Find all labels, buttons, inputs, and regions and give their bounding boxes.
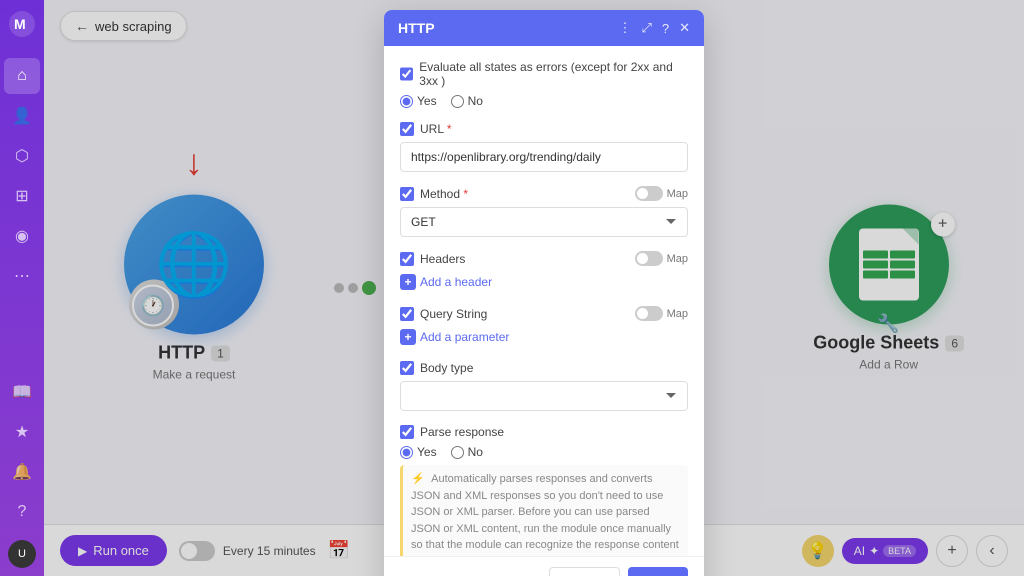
method-map-toggle[interactable]: Map bbox=[635, 186, 688, 201]
sidebar-item-apps[interactable]: ⊞ bbox=[4, 178, 40, 214]
evaluate-errors-no-text: No bbox=[468, 94, 483, 108]
headers-header: Headers Map bbox=[400, 251, 688, 266]
query-string-map-switch[interactable] bbox=[635, 306, 663, 321]
parse-response-header: Parse response bbox=[400, 425, 688, 439]
evaluate-errors-label: Evaluate all states as errors (except fo… bbox=[419, 60, 688, 88]
query-string-map-toggle[interactable]: Map bbox=[635, 306, 688, 321]
evaluate-errors-yes-text: Yes bbox=[417, 94, 437, 108]
url-checkbox[interactable] bbox=[400, 122, 414, 136]
parse-response-section: Parse response Yes No ⚡ bbox=[400, 425, 688, 556]
modal-help-icon[interactable]: ? bbox=[662, 21, 669, 36]
query-string-label: Query String bbox=[420, 307, 487, 321]
modal-body: Evaluate all states as errors (except fo… bbox=[384, 46, 704, 556]
sidebar-item-share[interactable]: ⬡ bbox=[4, 138, 40, 174]
main-canvas: ← web scraping ↓ 🌐 🕐 HTTP 1 Make a reque… bbox=[44, 0, 1024, 576]
save-button[interactable]: Save bbox=[628, 567, 688, 576]
info-icon: ⚡ bbox=[411, 473, 425, 485]
parse-response-checkbox[interactable] bbox=[400, 425, 414, 439]
modal-footer: Cancel Save bbox=[384, 556, 704, 576]
headers-map-switch[interactable] bbox=[635, 251, 663, 266]
add-header-label: Add a header bbox=[420, 275, 492, 289]
url-section: URL bbox=[400, 122, 688, 172]
sidebar-item-book[interactable]: 📖 bbox=[4, 374, 40, 410]
parse-response-no-text: No bbox=[468, 445, 483, 459]
add-parameter-button[interactable]: + Add a parameter bbox=[400, 327, 509, 347]
parse-response-info-text: Automatically parses responses and conve… bbox=[411, 473, 679, 556]
parse-response-radio-group: Yes No bbox=[400, 445, 688, 459]
parse-response-yes-label[interactable]: Yes bbox=[400, 445, 437, 459]
http-modal: HTTP ⋮ ⤢ ? ✕ Evaluate all states as erro… bbox=[384, 10, 704, 576]
evaluate-errors-radio-group: Yes No bbox=[400, 94, 688, 108]
body-type-checkbox[interactable] bbox=[400, 361, 414, 375]
body-type-header: Body type bbox=[400, 361, 688, 375]
parse-response-no-label[interactable]: No bbox=[451, 445, 483, 459]
query-string-checkbox[interactable] bbox=[400, 307, 414, 321]
body-type-label: Body type bbox=[420, 361, 473, 375]
modal-close-icon[interactable]: ✕ bbox=[679, 20, 690, 36]
sidebar-item-more[interactable]: ⋯ bbox=[4, 258, 40, 294]
app-logo: M bbox=[6, 8, 38, 40]
parse-response-info: ⚡ Automatically parses responses and con… bbox=[400, 465, 688, 556]
modal-title: HTTP bbox=[398, 20, 435, 36]
method-map-label: Map bbox=[667, 188, 688, 200]
method-map-switch[interactable] bbox=[635, 186, 663, 201]
method-select[interactable]: GET POST PUT DELETE PATCH bbox=[400, 207, 688, 237]
add-header-icon: + bbox=[400, 274, 416, 290]
evaluate-errors-yes-radio[interactable] bbox=[400, 95, 413, 108]
query-string-map-label: Map bbox=[667, 308, 688, 320]
evaluate-errors-checkbox[interactable] bbox=[400, 67, 413, 81]
add-parameter-label: Add a parameter bbox=[420, 330, 509, 344]
method-section: Method Map GET POST PUT DELETE PATCH bbox=[400, 186, 688, 237]
parse-response-label: Parse response bbox=[420, 425, 504, 439]
method-label: Method bbox=[420, 187, 468, 201]
sidebar-item-home[interactable]: ⌂ bbox=[4, 58, 40, 94]
sidebar-item-users[interactable]: 👤 bbox=[4, 98, 40, 134]
modal-header: HTTP ⋮ ⤢ ? ✕ bbox=[384, 10, 704, 46]
query-string-section: Query String Map + Add a parameter bbox=[400, 306, 688, 347]
headers-map-toggle[interactable]: Map bbox=[635, 251, 688, 266]
body-type-section: Body type application/json application/x… bbox=[400, 361, 688, 411]
modal-overlay: HTTP ⋮ ⤢ ? ✕ Evaluate all states as erro… bbox=[44, 0, 1024, 576]
url-label: URL bbox=[420, 122, 452, 136]
sidebar: M ⌂ 👤 ⬡ ⊞ ◉ ⋯ 📖 ★ 🔔 ? U bbox=[0, 0, 44, 576]
method-checkbox[interactable] bbox=[400, 187, 414, 201]
sidebar-item-bell[interactable]: 🔔 bbox=[4, 454, 40, 490]
svg-text:M: M bbox=[14, 16, 26, 32]
evaluate-errors-yes-label[interactable]: Yes bbox=[400, 94, 437, 108]
add-parameter-icon: + bbox=[400, 329, 416, 345]
evaluate-errors-header: Evaluate all states as errors (except fo… bbox=[400, 60, 688, 88]
sidebar-item-star[interactable]: ★ bbox=[4, 414, 40, 450]
body-type-select[interactable]: application/json application/x-www-form-… bbox=[400, 381, 688, 411]
evaluate-errors-no-radio[interactable] bbox=[451, 95, 464, 108]
sidebar-item-help[interactable]: ? bbox=[4, 494, 40, 530]
cancel-button[interactable]: Cancel bbox=[549, 567, 620, 576]
evaluate-errors-section: Evaluate all states as errors (except fo… bbox=[400, 60, 688, 108]
evaluate-errors-no-label[interactable]: No bbox=[451, 94, 483, 108]
headers-checkbox[interactable] bbox=[400, 252, 414, 266]
add-header-button[interactable]: + Add a header bbox=[400, 272, 492, 292]
parse-response-yes-text: Yes bbox=[417, 445, 437, 459]
modal-header-icons: ⋮ ⤢ ? ✕ bbox=[618, 20, 690, 36]
headers-label: Headers bbox=[420, 252, 465, 266]
modal-fullscreen-icon[interactable]: ⤢ bbox=[641, 20, 651, 36]
headers-map-label: Map bbox=[667, 253, 688, 265]
parse-response-yes-radio[interactable] bbox=[400, 446, 413, 459]
url-header: URL bbox=[400, 122, 688, 136]
avatar[interactable]: U bbox=[8, 540, 36, 568]
method-header: Method Map bbox=[400, 186, 688, 201]
headers-section: Headers Map + Add a header bbox=[400, 251, 688, 292]
url-input[interactable] bbox=[400, 142, 688, 172]
modal-menu-icon[interactable]: ⋮ bbox=[618, 20, 631, 36]
query-string-header: Query String Map bbox=[400, 306, 688, 321]
parse-response-no-radio[interactable] bbox=[451, 446, 464, 459]
sidebar-item-world[interactable]: ◉ bbox=[4, 218, 40, 254]
